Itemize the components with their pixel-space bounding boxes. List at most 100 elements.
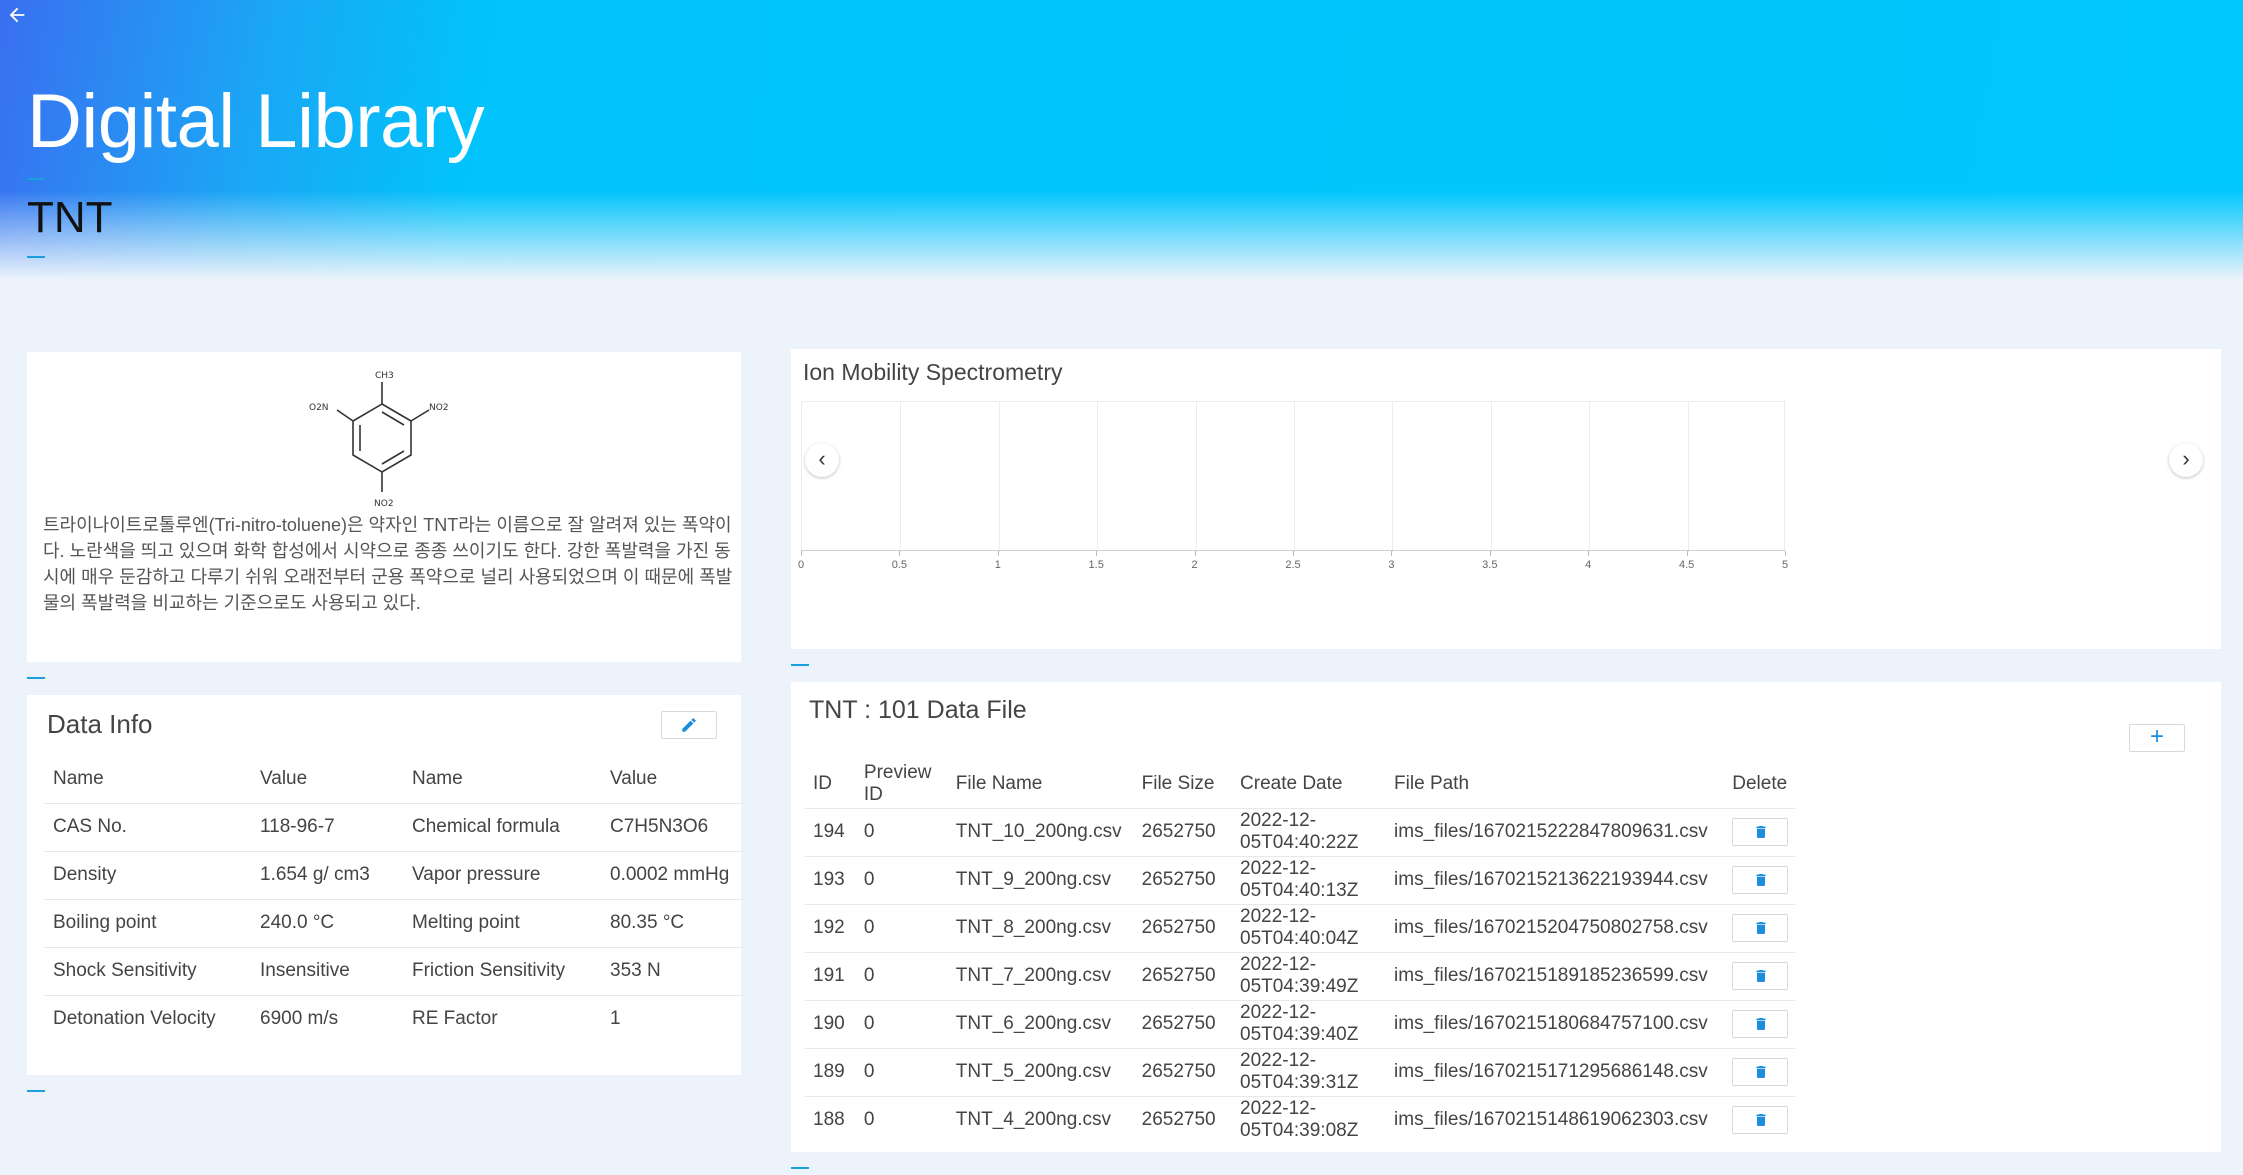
file-path: ims_files/1670215171295686148.csv — [1386, 1047, 1725, 1096]
data-info-table: Name Value Name Value CAS No. 118-96-7 Che… — [45, 755, 745, 1043]
structure-image: CH3 O2N NO2 NO2 — [309, 371, 449, 509]
compound-description: 트라이나이트로톨루엔(Tri-nitro-toluene)은 약자인 TNT라는… — [43, 515, 733, 613]
property-name: Boiling point — [45, 898, 252, 947]
structure-label-right: NO2 — [429, 403, 449, 413]
delete-button[interactable] — [1732, 866, 1789, 894]
table-row: CAS No. 118-96-7 Chemical formula C7H5N3O6 — [45, 802, 745, 851]
trash-icon — [1756, 1066, 1766, 1078]
file-id: 191 — [805, 951, 856, 1000]
file-path: ims_files/1670215189185236599.csv — [1386, 951, 1725, 1000]
table-row[interactable]: 192 0 TNT_8_200ng.csv 2652750 2022-12-05T04:… — [805, 903, 1795, 952]
ims-title: Ion Mobility Spectrometry — [803, 359, 1063, 385]
files-table: ID Preview ID File Name File Size Create… — [805, 760, 1795, 1144]
files-card: TNT : 101 Data File + ID Preview ID File… — [791, 682, 2221, 1152]
file-path: ims_files/1670215204750802758.csv — [1386, 903, 1725, 952]
preview-id: 0 — [855, 951, 948, 1000]
structure-label-bottom: NO2 — [374, 499, 394, 509]
file-size: 2652750 — [1133, 999, 1233, 1048]
property-value: 0.0002 mmHg — [602, 850, 745, 899]
x-tick-label: 5 — [1781, 559, 1789, 571]
delete-cell — [1724, 951, 1795, 1000]
file-size: 2652750 — [1133, 855, 1233, 904]
edit-button[interactable] — [661, 711, 717, 739]
delete-button[interactable] — [1732, 1058, 1789, 1086]
delete-button[interactable] — [1732, 1106, 1789, 1135]
compound-name: TNT — [27, 193, 113, 242]
x-tick-label: 3.5 — [1482, 559, 1498, 571]
file-name: TNT_7_200ng.csv — [947, 951, 1134, 1000]
file-size: 2652750 — [1133, 903, 1233, 952]
table-row[interactable]: 193 0 TNT_9_200ng.csv 2652750 2022-12-05T04:… — [805, 855, 1795, 904]
table-row[interactable]: 188 0 TNT_4_200ng.csv 2652750 2022-12-05T04:… — [805, 1095, 1795, 1144]
x-tick-label: 2 — [1191, 559, 1198, 571]
column-header: Preview ID — [863, 761, 932, 805]
divider — [27, 256, 45, 258]
trash-icon — [1756, 970, 1766, 982]
delete-cell — [1724, 1047, 1795, 1096]
x-tick — [1489, 551, 1491, 556]
data-info-title: Data Info — [47, 709, 153, 739]
divider — [791, 1167, 809, 1169]
x-tick — [1785, 551, 1786, 556]
file-id: 194 — [805, 807, 856, 856]
create-date: 2022-12-05T04:40:13Z — [1232, 855, 1387, 904]
structure-label-left: O2N — [309, 403, 329, 413]
file-id: 193 — [805, 855, 856, 904]
property-value: 1 — [602, 994, 745, 1043]
file-size: 2652750 — [1133, 807, 1233, 856]
table-row[interactable]: 190 0 TNT_6_200ng.csv 2652750 2022-12-05T04:… — [805, 999, 1795, 1048]
file-id: 188 — [805, 1095, 856, 1144]
delete-button[interactable] — [1732, 962, 1789, 990]
x-tick-label: 2.5 — [1285, 559, 1301, 571]
next-button[interactable]: › — [2169, 443, 2203, 477]
create-date: 2022-12-05T04:40:22Z — [1232, 807, 1387, 856]
property-name: Shock Sensitivity — [45, 946, 252, 995]
page-title: Digital Library — [27, 79, 485, 164]
file-size: 2652750 — [1133, 951, 1233, 1000]
trash-icon — [1756, 874, 1766, 886]
column-header: Name — [412, 767, 463, 789]
x-tick — [1293, 551, 1294, 556]
file-path: ims_files/1670215180684757100.csv — [1386, 999, 1725, 1048]
preview-id: 0 — [855, 807, 948, 856]
table-row[interactable]: 189 0 TNT_5_200ng.csv 2652750 2022-12-05T04:… — [805, 1047, 1795, 1096]
previous-button[interactable]: ‹ — [805, 443, 839, 477]
table-row[interactable]: 191 0 TNT_7_200ng.csv 2652750 2022-12-05T04:… — [805, 951, 1795, 1000]
column-header: Value — [610, 767, 658, 789]
file-size: 2652750 — [1133, 1095, 1233, 1144]
grid-line — [1687, 402, 1689, 552]
delete-button[interactable] — [1732, 914, 1789, 942]
column-header: ID — [813, 772, 832, 794]
add-file-button[interactable]: + — [2129, 724, 2185, 752]
delete-button[interactable] — [1732, 1010, 1789, 1038]
file-id: 189 — [805, 1047, 856, 1096]
preview-id: 0 — [855, 903, 948, 952]
column-header: Name — [53, 767, 104, 789]
pencil-icon — [682, 718, 696, 732]
preview-id: 0 — [855, 1047, 948, 1096]
create-date: 2022-12-05T04:39:49Z — [1232, 951, 1387, 1000]
back-arrow-icon[interactable] — [6, 4, 30, 28]
property-value: C7H5N3O6 — [602, 802, 745, 851]
table-row[interactable]: 194 0 TNT_10_200ng.csv 2652750 2022-12-05T04… — [805, 807, 1795, 856]
preview-id: 0 — [855, 999, 948, 1048]
property-value: 353 N — [602, 946, 745, 995]
delete-cell — [1724, 999, 1795, 1048]
table-row: Boiling point 240.0 °C Melting point 80.35 … — [45, 898, 745, 947]
x-tick — [1588, 551, 1590, 556]
x-tick — [899, 551, 901, 556]
create-date: 2022-12-05T04:39:40Z — [1232, 999, 1387, 1048]
file-path: ims_files/1670215222847809631.csv — [1386, 807, 1725, 856]
table-row: Detonation Velocity 6900 m/s RE Factor 1 — [45, 994, 745, 1043]
table-header-row: ID Preview ID File Name File Size Create… — [805, 760, 1795, 808]
delete-cell — [1724, 807, 1795, 856]
divider — [27, 1090, 45, 1092]
grid-line — [1294, 402, 1295, 552]
file-name: TNT_9_200ng.csv — [947, 855, 1134, 904]
data-info-card: Data Info Name Value Name Value CAS No. 1… — [27, 695, 745, 1075]
column-header: File Size — [1141, 772, 1215, 794]
delete-button[interactable] — [1732, 818, 1789, 846]
property-name: Detonation Velocity — [45, 994, 252, 1043]
create-date: 2022-12-05T04:39:08Z — [1232, 1095, 1387, 1144]
column-header: Create Date — [1240, 772, 1343, 794]
